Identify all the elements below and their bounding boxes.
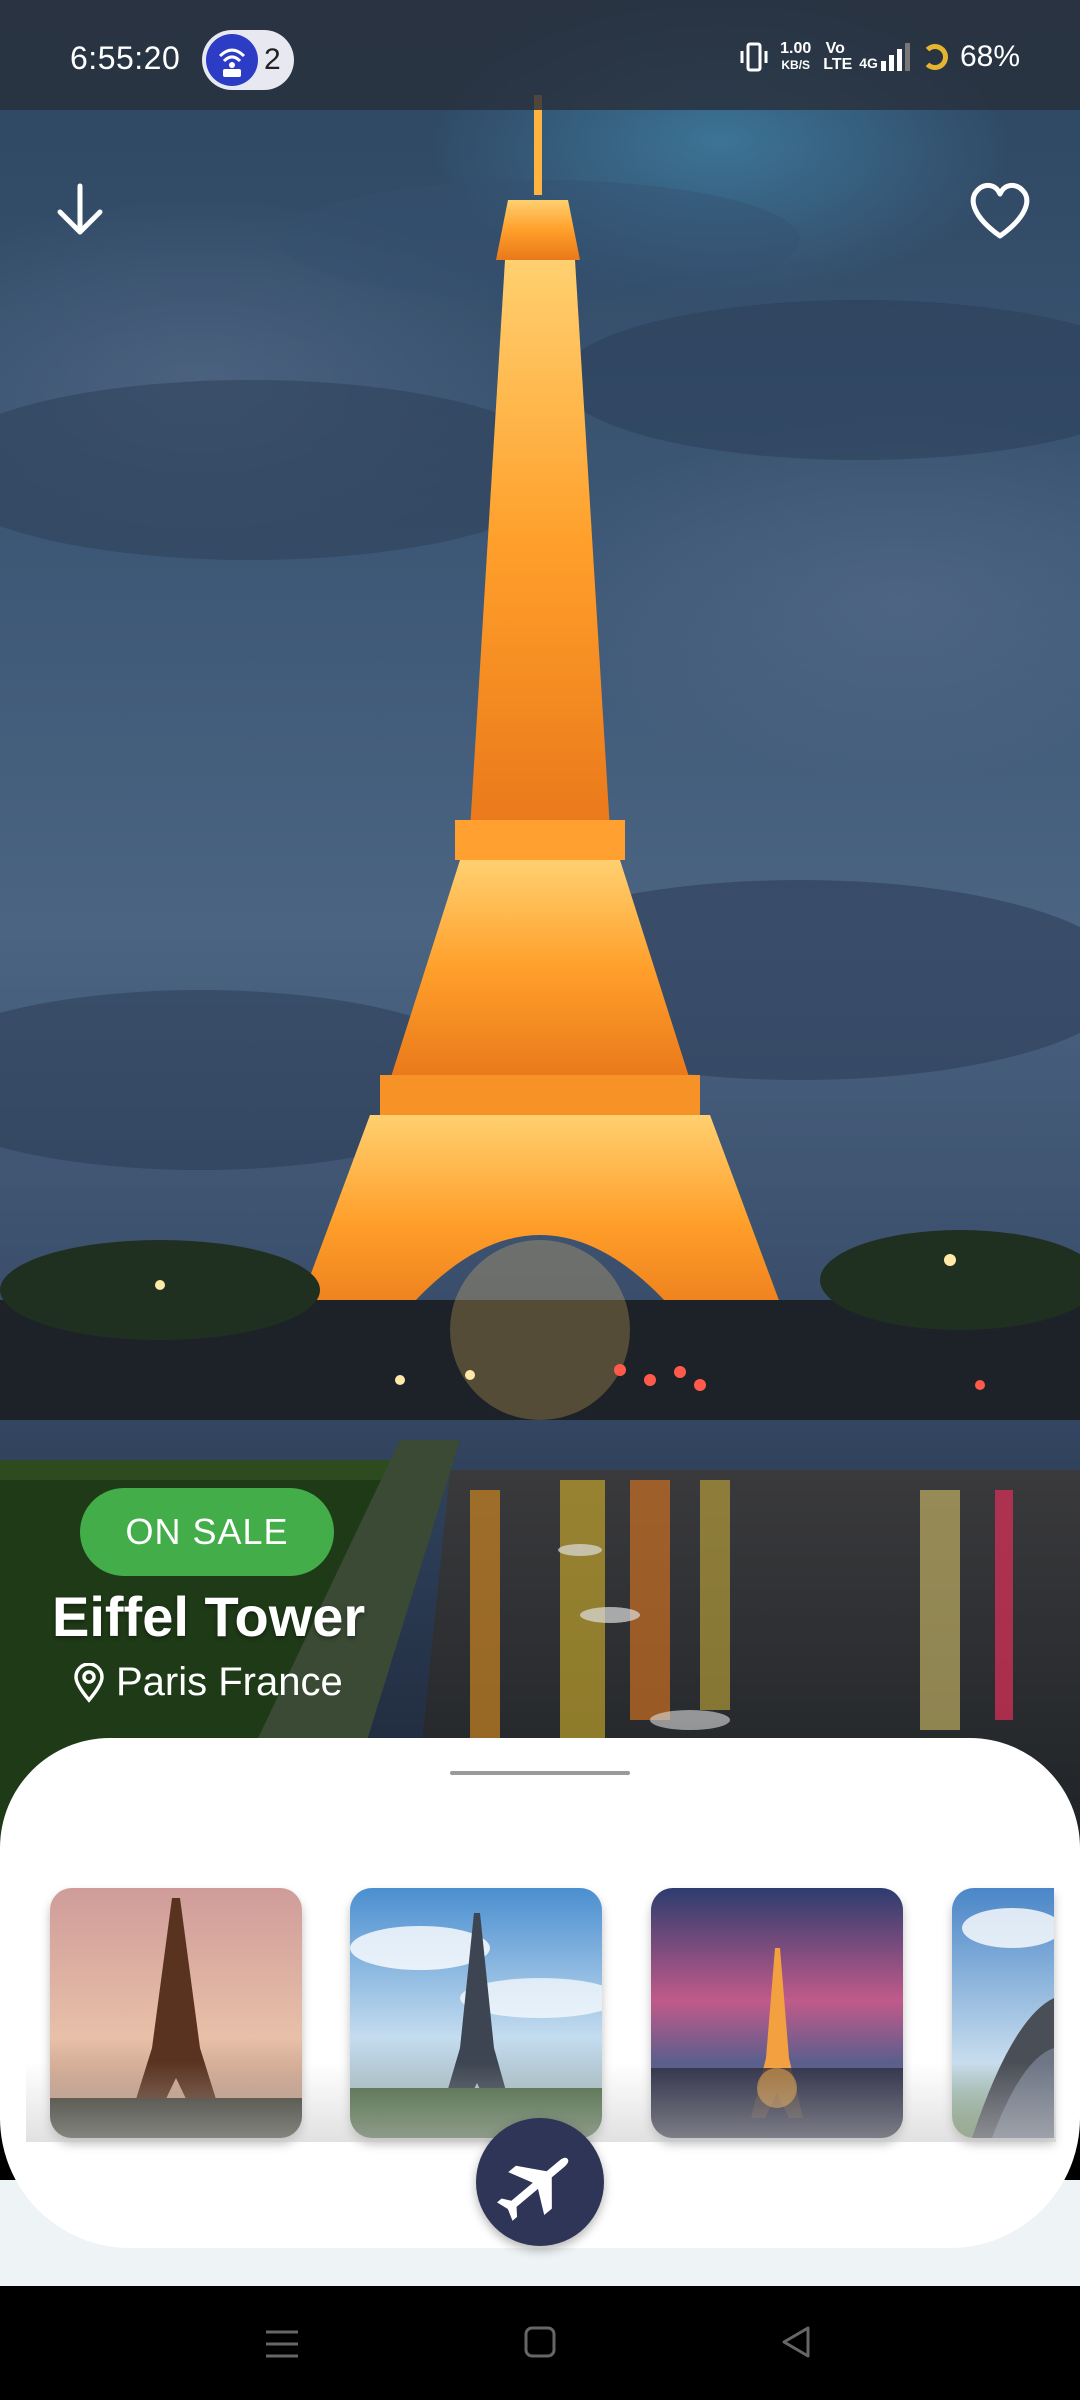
signal-icon: 4G [859,43,910,71]
net-speed-unit: KB/S [781,58,811,72]
menu-icon[interactable] [262,2326,302,2362]
location-text: Paris France [116,1660,343,1704]
on-sale-badge: ON SALE [80,1488,334,1576]
hotspot-icon [206,34,258,86]
battery-icon [921,44,948,70]
heart-icon [970,183,1030,239]
net-speed-value: 1.00 [780,40,812,57]
download-arrow-icon [57,183,103,235]
home-square-icon[interactable] [522,2324,558,2360]
favorite-button[interactable] [960,170,1040,250]
vibrate-icon [740,42,768,72]
back-triangle-icon[interactable] [778,2324,814,2360]
hero-image [0,0,1080,1860]
hotspot-indicator[interactable]: 2 [202,30,294,90]
status-icons: 1.00 KB/S Vo LTE 4G 68% [740,40,1020,74]
location-pin-icon [74,1662,104,1703]
network-type: 4G [859,55,878,71]
place-title: Eiffel Tower [52,1585,366,1648]
battery-level: 68% [959,40,1020,73]
system-nav-bar [0,2286,1080,2400]
book-flight-button[interactable] [476,2118,604,2246]
hotspot-count: 2 [264,43,281,76]
status-time: 6:55:20 [70,40,181,76]
drag-handle[interactable] [450,1771,630,1775]
airplane-icon [497,2157,569,2221]
download-button[interactable] [40,170,120,250]
volte-indicator: Vo LTE [823,40,853,73]
net-speed: 1.00 KB/S [780,41,811,73]
place-location: Paris France [72,1660,343,1705]
status-bar: 6:55:20 2 1.00 KB/S Vo LTE 4G 68% [0,0,1080,110]
